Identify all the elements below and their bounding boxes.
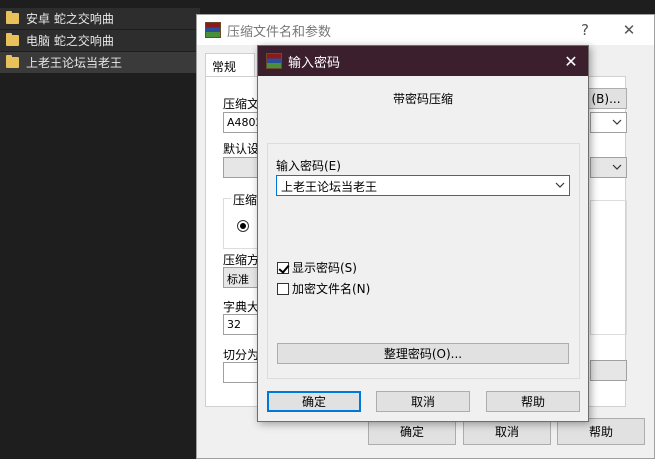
chevron-down-icon <box>612 119 622 125</box>
profile-dropdown-arrow[interactable] <box>590 157 627 178</box>
help-button[interactable]: 帮助 <box>557 418 645 445</box>
folder-icon <box>6 33 19 46</box>
chevron-down-icon[interactable] <box>555 179 565 191</box>
file-name: 上老王论坛当老王 <box>26 56 123 70</box>
help-button[interactable]: 帮助 <box>486 391 580 412</box>
chevron-down-icon <box>612 164 622 170</box>
format-radio[interactable] <box>237 220 249 232</box>
password-input[interactable]: 上老王论坛当老王 <box>276 175 570 196</box>
close-icon[interactable]: ✕ <box>607 15 651 45</box>
file-name: 安卓 蛇之交响曲 <box>26 12 114 26</box>
archive-name-label: 压缩文 <box>223 97 260 111</box>
winrar-icon <box>266 53 282 69</box>
password-heading: 带密码压缩 <box>392 92 453 106</box>
organize-passwords-button[interactable]: 整理密码(O)... <box>277 343 569 364</box>
file-list: 安卓 蛇之交响曲 电脑 蛇之交响曲 上老王论坛当老王 <box>0 8 200 74</box>
password-dialog-titlebar: 输入密码 ✕ <box>258 46 588 76</box>
method-label: 压缩方 <box>223 253 260 267</box>
help-icon[interactable]: ? <box>563 15 607 45</box>
tab-general[interactable]: 常规 <box>205 53 255 77</box>
dialog-title: 压缩文件名和参数 <box>227 24 332 40</box>
password-label: 输入密码(E) <box>276 159 341 173</box>
winrar-icon <box>205 22 221 38</box>
close-icon[interactable]: ✕ <box>554 46 588 76</box>
cancel-button[interactable]: 取消 <box>463 418 551 445</box>
checkbox-unchecked-icon[interactable] <box>277 282 289 295</box>
encrypt-names-label: 加密文件名(N) <box>292 282 371 296</box>
ok-button[interactable]: 确定 <box>267 391 361 412</box>
show-password-label: 显示密码(S) <box>292 261 357 275</box>
archive-name-dropdown[interactable] <box>590 112 627 133</box>
browse-button[interactable]: (B)... <box>585 88 627 109</box>
checkbox-checked-icon[interactable] <box>277 261 289 274</box>
split-button[interactable] <box>590 360 627 381</box>
options-group <box>590 200 627 335</box>
dict-label: 字典大 <box>223 300 260 314</box>
file-item[interactable]: 电脑 蛇之交响曲 <box>0 30 200 51</box>
split-label: 切分为 <box>223 348 260 362</box>
file-item[interactable]: 上老王论坛当老王 <box>0 52 200 73</box>
folder-icon <box>6 55 19 68</box>
folder-icon <box>6 11 19 24</box>
password-value: 上老王论坛当老王 <box>281 180 378 194</box>
format-group-label: 压缩 <box>231 191 260 208</box>
ok-button[interactable]: 确定 <box>368 418 456 445</box>
file-name: 电脑 蛇之交响曲 <box>26 34 114 48</box>
cancel-button[interactable]: 取消 <box>376 391 470 412</box>
password-dialog: 输入密码 ✕ 带密码压缩 输入密码(E) 上老王论坛当老王 显示密码(S) 加密… <box>257 45 589 422</box>
show-password-checkbox[interactable]: 显示密码(S) <box>277 259 357 276</box>
encrypt-names-checkbox[interactable]: 加密文件名(N) <box>277 280 370 297</box>
file-item[interactable]: 安卓 蛇之交响曲 <box>0 8 200 29</box>
profile-label: 默认设 <box>223 142 260 156</box>
password-dialog-title: 输入密码 <box>288 55 341 71</box>
